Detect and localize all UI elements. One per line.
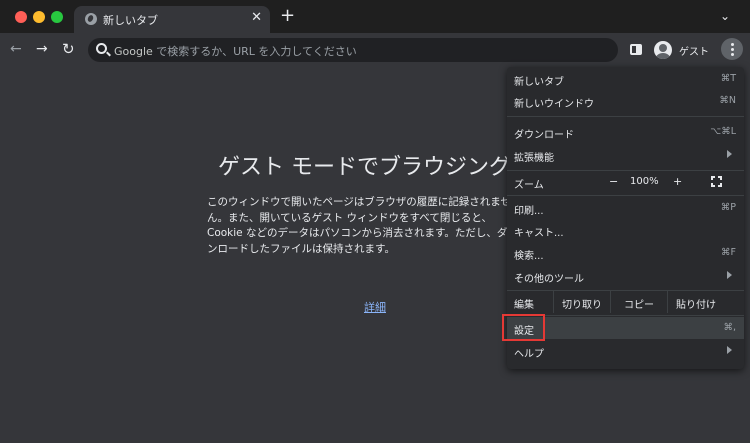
menu-item-label: 印刷... bbox=[514, 206, 544, 217]
profile-button[interactable]: ゲスト bbox=[651, 38, 715, 62]
menu-item-help[interactable]: ヘルプ bbox=[507, 340, 744, 362]
omnibox-placeholder: Google で検索するか、URL を入力してください bbox=[114, 43, 357, 59]
menu-divider bbox=[507, 195, 744, 196]
menu-item-zoom: ズーム − 100% + bbox=[507, 171, 744, 193]
menu-item-print[interactable]: 印刷... ⌘P bbox=[507, 197, 744, 219]
toolbar: ← → ↻ Google で検索するか、URL を入力してください ゲスト bbox=[0, 33, 750, 67]
tab-new-tab[interactable]: 新しいタブ ✕ bbox=[74, 6, 270, 33]
settings-highlight-box bbox=[502, 314, 545, 341]
menu-item-label: ヘルプ bbox=[514, 349, 544, 360]
menu-item-label: その他のツール bbox=[514, 274, 584, 285]
description-line: このウィンドウで開いたページはブラウザの履歴に記録されませ bbox=[207, 196, 511, 208]
menu-item-shortcut: ⌘T bbox=[720, 73, 736, 84]
zoom-window-button[interactable] bbox=[51, 11, 63, 23]
description-line: ん。また、開いているゲスト ウィンドウをすべて閉じると、 bbox=[207, 211, 492, 224]
submenu-arrow-icon bbox=[727, 150, 732, 158]
page-heading: ゲスト モードでブラウジング中 bbox=[218, 155, 533, 180]
zoom-out-button[interactable]: − bbox=[609, 175, 618, 188]
menu-item-label: 編集 bbox=[514, 300, 534, 311]
close-window-button[interactable] bbox=[15, 11, 27, 23]
menu-item-label: 新しいウインドウ bbox=[514, 99, 594, 110]
tab-search-chevron-icon[interactable]: ⌄ bbox=[720, 9, 730, 23]
description-line: ンロードしたファイルは保持されます。 bbox=[207, 242, 395, 255]
menu-divider bbox=[507, 116, 744, 117]
omnibox[interactable]: Google で検索するか、URL を入力してください bbox=[88, 38, 618, 62]
omnibox-placeholder-text: で検索するか、URL を入力してください bbox=[152, 45, 357, 58]
globe-icon bbox=[85, 13, 97, 25]
menu-item-shortcut: ⌘P bbox=[720, 202, 736, 213]
menu-item-new-window[interactable]: 新しいウインドウ ⌘N bbox=[507, 90, 744, 112]
menu-item-shortcut: ⌘, bbox=[723, 322, 736, 333]
menu-item-shortcut: ⌘N bbox=[719, 95, 736, 106]
paste-button[interactable]: 貼り付け bbox=[667, 291, 724, 313]
menu-item-cast[interactable]: キャスト... bbox=[507, 219, 744, 241]
profile-label: ゲスト bbox=[679, 47, 709, 58]
copy-button[interactable]: コピー bbox=[610, 291, 667, 313]
submenu-arrow-icon bbox=[727, 346, 732, 354]
minimize-window-button[interactable] bbox=[33, 11, 45, 23]
reload-button[interactable]: ↻ bbox=[62, 40, 75, 58]
details-link[interactable]: 詳細 bbox=[364, 299, 386, 315]
menu-item-new-tab[interactable]: 新しいタブ ⌘T bbox=[507, 68, 744, 90]
new-tab-button[interactable]: + bbox=[280, 6, 295, 26]
menu-item-more-tools[interactable]: その他のツール bbox=[507, 265, 744, 287]
fullscreen-icon[interactable] bbox=[711, 176, 722, 187]
kebab-menu-icon[interactable] bbox=[721, 38, 743, 60]
search-icon bbox=[96, 43, 107, 54]
menu-item-label: キャスト... bbox=[514, 228, 564, 239]
zoom-in-button[interactable]: + bbox=[673, 175, 682, 188]
menu-item-label: 新しいタブ bbox=[514, 77, 564, 88]
menu-item-downloads[interactable]: ダウンロード ⌥⌘L bbox=[507, 121, 744, 143]
tab-strip: 新しいタブ ✕ + ⌄ bbox=[0, 0, 750, 33]
tab-title: 新しいタブ bbox=[103, 14, 158, 27]
guest-description: このウィンドウで開いたページはブラウザの履歴に記録されませ ん。また、開いている… bbox=[207, 195, 518, 257]
description-line: Cookie などのデータはパソコンから消去されます。ただし、ダウ bbox=[207, 227, 518, 239]
side-panel-icon[interactable] bbox=[630, 44, 642, 55]
menu-item-label: 検索... bbox=[514, 251, 544, 262]
menu-item-label: 拡張機能 bbox=[514, 153, 554, 164]
omnibox-placeholder-google: Google bbox=[114, 45, 153, 58]
menu-item-extensions[interactable]: 拡張機能 bbox=[507, 144, 744, 166]
menu-item-shortcut: ⌥⌘L bbox=[710, 126, 736, 137]
menu-item-label: ダウンロード bbox=[514, 130, 574, 141]
zoom-level: 100% bbox=[630, 176, 659, 187]
forward-button[interactable]: → bbox=[36, 41, 48, 57]
menu-item-label: ズーム bbox=[514, 180, 544, 191]
tab-close-icon[interactable]: ✕ bbox=[251, 10, 262, 25]
back-button[interactable]: ← bbox=[10, 41, 22, 57]
menu-item-find[interactable]: 検索... ⌘F bbox=[507, 242, 744, 264]
menu-item-shortcut: ⌘F bbox=[721, 247, 736, 258]
cut-button[interactable]: 切り取り bbox=[553, 291, 610, 313]
guest-avatar-icon bbox=[654, 41, 672, 59]
menu-item-edit: 編集 切り取り コピー 貼り付け bbox=[507, 291, 744, 313]
submenu-arrow-icon bbox=[727, 271, 732, 279]
